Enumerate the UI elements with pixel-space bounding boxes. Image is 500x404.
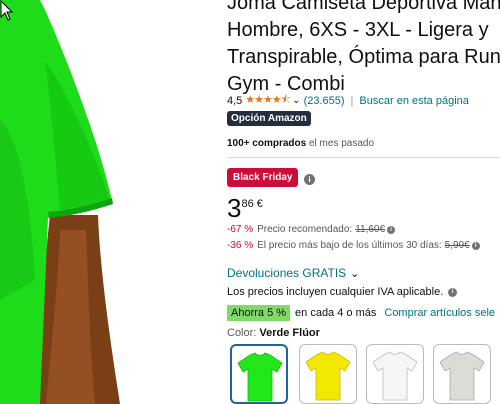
color-label-row: Color: Verde Flúor xyxy=(227,327,320,339)
vat-note: Los precios incluyen cualquier IVA aplic… xyxy=(227,286,458,298)
shop-items-link[interactable]: Comprar artículos sele xyxy=(384,307,495,319)
recommended-price-label: Precio recomendado: xyxy=(257,224,353,235)
free-returns-label: Devoluciones GRATIS xyxy=(227,266,347,280)
discount-percent: -36 % xyxy=(227,240,254,251)
product-title: Joma Camiseta Deportiva Manga Hombre, 6X… xyxy=(227,0,500,98)
recommended-price-row: -67 % Precio recomendado: 11,60€ i xyxy=(227,224,396,235)
mouse-cursor-icon xyxy=(0,0,14,21)
info-icon[interactable]: i xyxy=(448,287,458,297)
search-page-link[interactable]: Buscar en esta página xyxy=(359,95,468,107)
swatch-blanco[interactable] xyxy=(366,344,424,404)
bought-count-bold: 100+ comprados xyxy=(227,138,307,149)
title-line-3: Transpirable, Óptima para Runn xyxy=(227,46,500,68)
vat-text: Los precios incluyen cualquier IVA aplic… xyxy=(227,286,444,298)
discount-percent: -67 % xyxy=(227,224,254,235)
tshirt-icon xyxy=(237,352,283,402)
chevron-down-icon: ⌄ xyxy=(350,268,360,280)
price-fraction: 86 € xyxy=(241,198,263,210)
amazon-choice-badge: Opción Amazon xyxy=(227,111,311,126)
color-value: Verde Flúor xyxy=(259,327,320,339)
star-rating-icon[interactable]: ★★★★⯪ xyxy=(245,91,291,110)
info-icon[interactable]: i xyxy=(471,241,480,250)
divider-line xyxy=(227,157,500,158)
product-image[interactable] xyxy=(0,0,215,404)
rating-value: 4,5 xyxy=(227,94,243,107)
price: 386 € xyxy=(227,194,263,222)
swatch-amarillo[interactable] xyxy=(299,344,357,404)
title-line-1: Joma Camiseta Deportiva Manga xyxy=(227,0,500,14)
bought-count-rest: el mes pasado xyxy=(306,138,375,149)
chevron-down-icon[interactable]: ⌄ xyxy=(292,95,300,106)
lowest-price-row: -36 % El precio más bajo de los últimos … xyxy=(227,240,480,251)
swatch-verde-fluor[interactable] xyxy=(230,344,288,404)
product-details: Joma Camiseta Deportiva Manga Hombre, 6X… xyxy=(227,0,500,404)
tshirt-icon xyxy=(305,351,351,401)
info-icon[interactable]: i xyxy=(304,174,315,185)
divider: | xyxy=(350,94,354,107)
tshirt-icon xyxy=(439,351,485,401)
swatch-gris[interactable] xyxy=(433,344,491,404)
tshirt-icon xyxy=(372,351,418,401)
color-label: Color: xyxy=(227,327,257,339)
free-returns-link[interactable]: Devoluciones GRATIS ⌄ xyxy=(227,266,359,280)
savings-badge: Ahorra 5 % xyxy=(227,305,291,321)
title-line-2: Hombre, 6XS - 3XL - Ligera y xyxy=(227,19,489,41)
rating-row: 4,5 ★★★★⯪ ⌄ (23.655) | Buscar en esta pá… xyxy=(227,91,469,110)
black-friday-badge: Black Friday xyxy=(227,168,299,187)
savings-row: Ahorra 5 % en cada 4 o más Comprar artíc… xyxy=(227,305,495,321)
shirt-image xyxy=(0,0,120,404)
price-integer: 3 xyxy=(227,193,242,223)
bought-count: 100+ comprados el mes pasado xyxy=(227,138,374,149)
lowest-price-old: 5,99€ xyxy=(444,240,470,251)
savings-text: en cada 4 o más xyxy=(295,307,377,319)
info-icon[interactable]: i xyxy=(387,225,396,234)
lowest-price-label: El precio más bajo de los últimos 30 día… xyxy=(257,240,442,251)
review-count-link[interactable]: (23.655) xyxy=(304,95,345,107)
recommended-price-old: 11,60€ xyxy=(355,224,386,235)
